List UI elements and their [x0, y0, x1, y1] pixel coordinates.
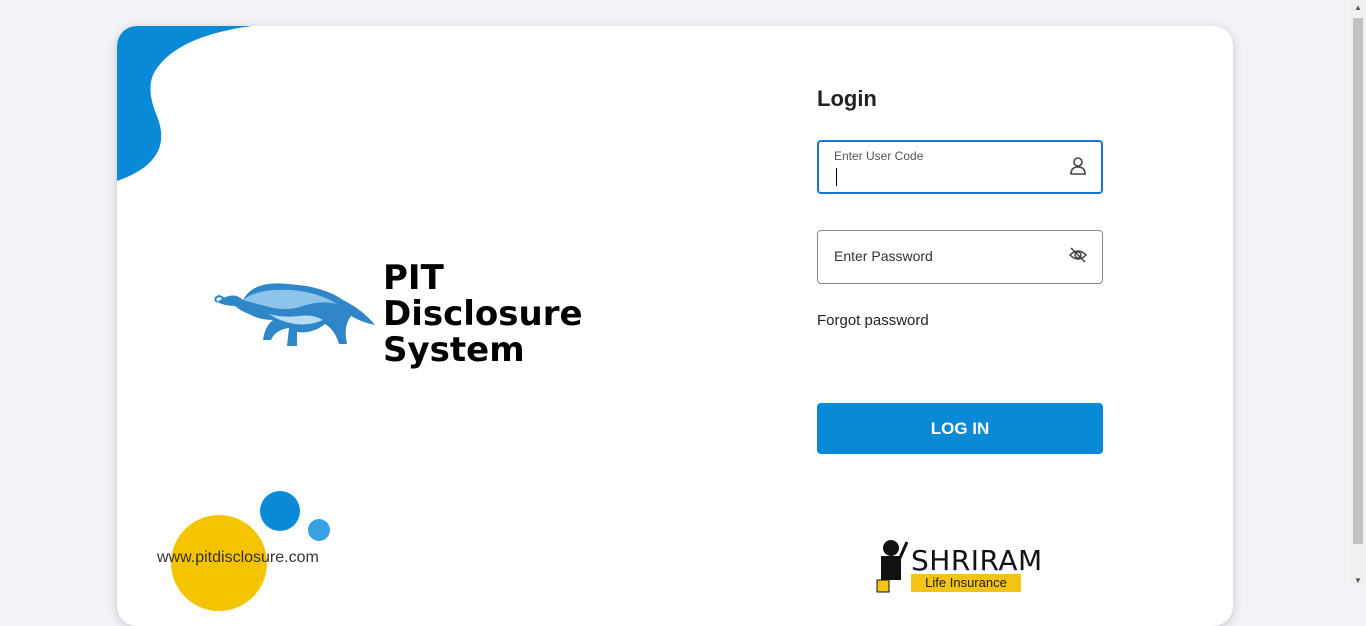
- password-placeholder: Enter Password: [834, 248, 933, 264]
- mascot-icon: [876, 540, 909, 593]
- vertical-scrollbar[interactable]: ▲ ▼: [1350, 0, 1366, 589]
- bull-icon: [214, 283, 375, 346]
- login-card: PIT Disclosure System www.pitdisclosure.…: [117, 26, 1233, 626]
- scroll-thumb[interactable]: [1353, 18, 1363, 544]
- partner-name: SHRIRAM: [911, 544, 1043, 577]
- eye-off-icon[interactable]: [1068, 245, 1088, 270]
- scroll-up-arrow-icon[interactable]: ▲: [1350, 0, 1366, 16]
- user-code-field[interactable]: Enter User Code: [817, 140, 1103, 194]
- brand-title: PIT Disclosure System: [383, 260, 583, 368]
- login-button[interactable]: LOG IN: [817, 403, 1103, 454]
- brand-title-line3: System: [383, 330, 525, 370]
- blue-corner-blob: [117, 26, 252, 181]
- partner-subtitle: Life Insurance: [911, 574, 1021, 592]
- text-caret: [836, 168, 837, 186]
- brand-block: PIT Disclosure System: [213, 260, 583, 370]
- scroll-down-arrow-icon[interactable]: ▼: [1350, 573, 1366, 589]
- login-heading: Login: [817, 86, 877, 111]
- website-text: www.pitdisclosure.com: [157, 549, 319, 566]
- brand-title-line2: Disclosure: [383, 294, 583, 334]
- user-code-label: Enter User Code: [834, 149, 924, 163]
- brand-title-line1: PIT: [383, 258, 444, 298]
- password-field[interactable]: Enter Password: [817, 230, 1103, 284]
- forgot-password-link[interactable]: Forgot password: [817, 312, 929, 329]
- user-icon: [1069, 156, 1087, 181]
- shriram-logo: SHRIRAM Life Insurance: [873, 536, 1048, 606]
